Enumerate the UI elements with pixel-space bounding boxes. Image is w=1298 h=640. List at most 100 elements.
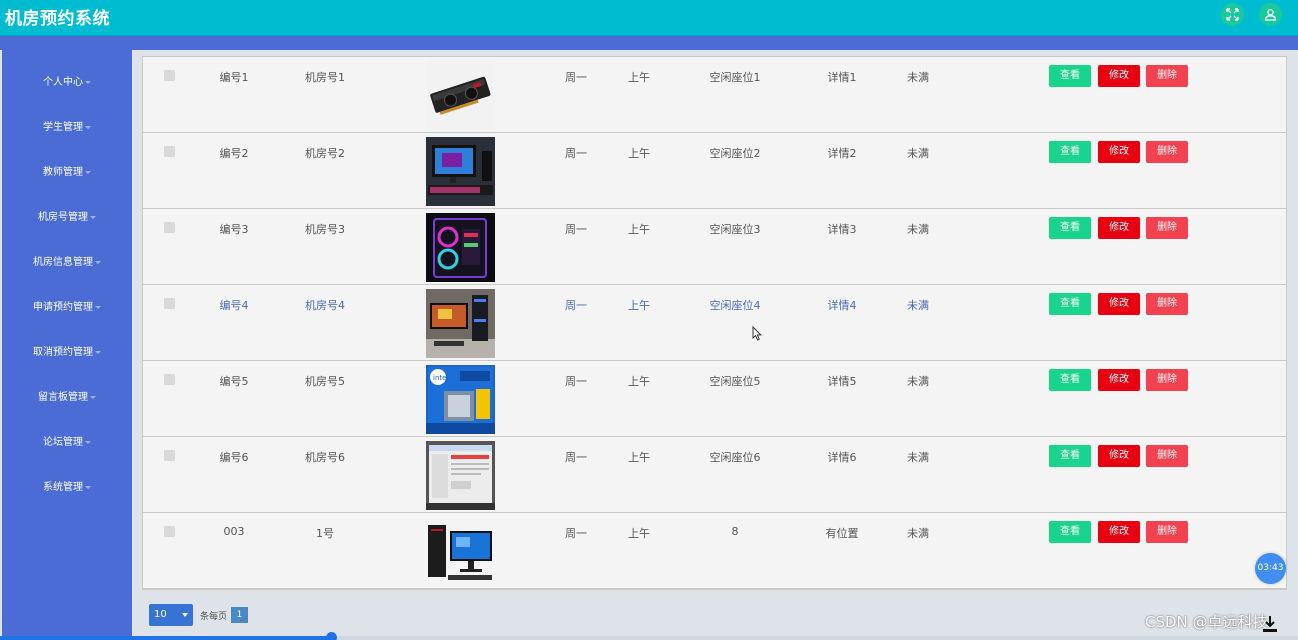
row-room: 机房号1 bbox=[305, 71, 345, 84]
row-status: 未满 bbox=[907, 299, 929, 312]
view-button[interactable]: 查看 bbox=[1049, 445, 1091, 467]
edit-button[interactable]: 修改 bbox=[1098, 217, 1140, 239]
row-id: 003 bbox=[223, 525, 245, 538]
caret-down-icon bbox=[95, 350, 101, 354]
row-detail: 详情4 bbox=[827, 299, 857, 312]
row-detail: 详情6 bbox=[827, 451, 857, 464]
row-thumbnail-image bbox=[426, 61, 495, 130]
delete-button[interactable]: 删除 bbox=[1146, 521, 1188, 543]
sidebar-item-label: 个人中心 bbox=[43, 77, 83, 88]
row-status: 未满 bbox=[907, 375, 929, 388]
sidebar-item-label: 教师管理 bbox=[43, 167, 83, 178]
row-checkbox[interactable] bbox=[164, 450, 175, 461]
sidebar-item[interactable]: 系统管理 bbox=[2, 478, 132, 498]
delete-button[interactable]: 删除 bbox=[1146, 293, 1188, 315]
page-size-select[interactable]: 10 bbox=[149, 604, 193, 626]
row-checkbox[interactable] bbox=[164, 374, 175, 385]
delete-button[interactable]: 删除 bbox=[1146, 369, 1188, 391]
chevron-down-icon bbox=[182, 613, 188, 617]
row-id: 编号6 bbox=[219, 451, 249, 464]
main-content: 编号1 机房号1 周一 上午 空闲座位1 详情1 未满 查看 修改 删除 编号2 机房号2 周一 上午 空闲… bbox=[132, 50, 1298, 640]
row-room: 机房号4 bbox=[305, 299, 345, 312]
delete-button[interactable]: 删除 bbox=[1146, 141, 1188, 163]
row-status: 未满 bbox=[907, 451, 929, 464]
download-icon[interactable] bbox=[1260, 614, 1280, 638]
video-progress-handle[interactable] bbox=[325, 632, 337, 640]
page-size-value: 10 bbox=[154, 609, 167, 620]
row-period: 上午 bbox=[628, 527, 650, 540]
row-checkbox[interactable] bbox=[164, 222, 175, 233]
row-checkbox[interactable] bbox=[164, 70, 175, 81]
header-subbar bbox=[0, 36, 1298, 50]
sidebar-item[interactable]: 申请预约管理 bbox=[2, 298, 132, 318]
caret-down-icon bbox=[90, 215, 96, 219]
view-button[interactable]: 查看 bbox=[1049, 369, 1091, 391]
row-detail: 有位置 bbox=[825, 527, 859, 540]
view-button[interactable]: 查看 bbox=[1049, 141, 1091, 163]
row-day: 周一 bbox=[565, 451, 587, 464]
sidebar-item[interactable]: 机房号管理 bbox=[2, 208, 132, 228]
view-button[interactable]: 查看 bbox=[1049, 65, 1091, 87]
row-status: 未满 bbox=[907, 71, 929, 84]
view-button[interactable]: 查看 bbox=[1049, 521, 1091, 543]
data-table: 编号1 机房号1 周一 上午 空闲座位1 详情1 未满 查看 修改 删除 编号2 机房号2 周一 上午 空闲… bbox=[142, 56, 1287, 590]
row-period: 上午 bbox=[628, 451, 650, 464]
row-period: 上午 bbox=[628, 299, 650, 312]
row-id: 编号2 bbox=[219, 147, 249, 160]
page-number-1[interactable]: 1 bbox=[231, 607, 248, 623]
sidebar-item[interactable]: 论坛管理 bbox=[2, 433, 132, 453]
fullscreen-icon[interactable] bbox=[1221, 3, 1244, 26]
edit-button[interactable]: 修改 bbox=[1098, 521, 1140, 543]
edit-button[interactable]: 修改 bbox=[1098, 369, 1140, 391]
delete-button[interactable]: 删除 bbox=[1146, 445, 1188, 467]
sidebar-item-label: 系统管理 bbox=[43, 482, 83, 493]
edit-button[interactable]: 修改 bbox=[1098, 141, 1140, 163]
row-day: 周一 bbox=[565, 223, 587, 236]
sidebar-item[interactable]: 机房信息管理 bbox=[2, 253, 132, 273]
delete-button[interactable]: 删除 bbox=[1146, 217, 1188, 239]
delete-button[interactable]: 删除 bbox=[1146, 65, 1188, 87]
sidebar-item-label: 留言板管理 bbox=[38, 392, 88, 403]
row-thumbnail-image bbox=[426, 517, 495, 586]
row-day: 周一 bbox=[565, 527, 587, 540]
sidebar-item[interactable]: 取消预约管理 bbox=[2, 343, 132, 363]
caret-down-icon bbox=[85, 125, 91, 129]
sidebar-item-label: 机房号管理 bbox=[38, 212, 88, 223]
sidebar-item-label: 机房信息管理 bbox=[33, 257, 93, 268]
video-progress-bar[interactable] bbox=[0, 632, 1298, 640]
sidebar-item-label: 取消预约管理 bbox=[33, 347, 93, 358]
sidebar-item[interactable]: 个人中心 bbox=[2, 73, 132, 93]
sidebar-item[interactable]: 留言板管理 bbox=[2, 388, 132, 408]
row-id: 编号4 bbox=[219, 299, 249, 312]
svg-text:intel: intel bbox=[433, 374, 448, 382]
edit-button[interactable]: 修改 bbox=[1098, 445, 1140, 467]
row-checkbox[interactable] bbox=[164, 526, 175, 537]
caret-down-icon bbox=[85, 170, 91, 174]
sidebar-item-label: 学生管理 bbox=[43, 122, 83, 133]
row-detail: 详情3 bbox=[827, 223, 857, 236]
view-button[interactable]: 查看 bbox=[1049, 293, 1091, 315]
sidebar-item[interactable]: 教师管理 bbox=[2, 163, 132, 183]
app-title: 机房预约系统 bbox=[5, 9, 110, 29]
row-thumbnail-image bbox=[426, 213, 495, 282]
row-checkbox[interactable] bbox=[164, 146, 175, 157]
row-day: 周一 bbox=[565, 147, 587, 160]
video-progress-fill bbox=[0, 636, 331, 640]
caret-down-icon bbox=[95, 305, 101, 309]
row-room: 机房号3 bbox=[305, 223, 345, 236]
row-thumbnail-image: intel bbox=[426, 365, 495, 434]
sidebar-item[interactable]: 学生管理 bbox=[2, 118, 132, 138]
view-button[interactable]: 查看 bbox=[1049, 217, 1091, 239]
row-checkbox[interactable] bbox=[164, 298, 175, 309]
row-status: 未满 bbox=[907, 223, 929, 236]
row-room: 机房号6 bbox=[305, 451, 345, 464]
row-thumbnail-image bbox=[426, 289, 495, 358]
table-row: 编号6 机房号6 周一 上午 空闲座位6 详情6 未满 查看 修改 删除 bbox=[143, 437, 1286, 513]
table-row: 编号3 机房号3 周一 上午 空闲座位3 详情3 未满 查看 修改 删除 bbox=[143, 209, 1286, 285]
edit-button[interactable]: 修改 bbox=[1098, 65, 1140, 87]
edit-button[interactable]: 修改 bbox=[1098, 293, 1140, 315]
row-detail: 详情1 bbox=[827, 71, 857, 84]
row-detail: 详情5 bbox=[827, 375, 857, 388]
sidebar-item-label: 论坛管理 bbox=[43, 437, 83, 448]
user-icon[interactable] bbox=[1259, 3, 1282, 26]
